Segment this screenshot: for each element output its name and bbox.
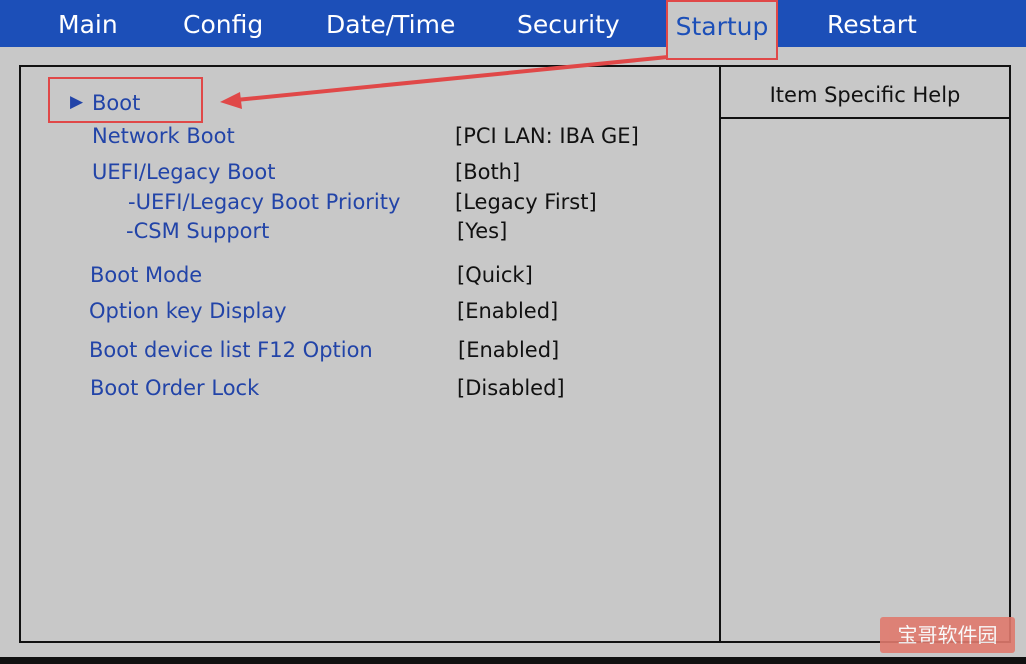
option-key-display-value[interactable]: [Enabled] [457, 299, 558, 323]
csm-support-value[interactable]: [Yes] [457, 219, 507, 243]
tab-startup[interactable]: Startup [666, 0, 778, 60]
uefi-legacy-boot-priority-value[interactable]: [Legacy First] [455, 190, 597, 214]
watermark-logo: 宝哥软件园 [880, 617, 1015, 653]
network-boot-value[interactable]: [PCI LAN: IBA GE] [455, 124, 639, 148]
boot-order-lock-label[interactable]: Boot Order Lock [90, 376, 259, 400]
boot-mode-value[interactable]: [Quick] [457, 263, 533, 287]
option-key-display-label[interactable]: Option key Display [89, 299, 287, 323]
boot-highlight-box [48, 77, 203, 123]
bottom-divider [0, 657, 1026, 664]
uefi-legacy-boot-priority-label[interactable]: -UEFI/Legacy Boot Priority [128, 190, 400, 214]
bios-menu-bar: Main Config Date/Time Security Restart [0, 0, 1026, 47]
tab-date-time[interactable]: Date/Time [326, 0, 455, 47]
boot-order-lock-value[interactable]: [Disabled] [457, 376, 565, 400]
tab-config[interactable]: Config [183, 0, 263, 47]
tab-security[interactable]: Security [517, 0, 620, 47]
tab-restart[interactable]: Restart [827, 0, 917, 47]
tab-main[interactable]: Main [58, 0, 118, 47]
boot-device-list-f12-value[interactable]: [Enabled] [458, 338, 559, 362]
uefi-legacy-boot-label[interactable]: UEFI/Legacy Boot [92, 160, 275, 184]
boot-device-list-f12-label[interactable]: Boot device list F12 Option [89, 338, 373, 362]
boot-mode-label[interactable]: Boot Mode [90, 263, 202, 287]
item-specific-help-panel: Item Specific Help [719, 65, 1011, 643]
uefi-legacy-boot-value[interactable]: [Both] [455, 160, 520, 184]
csm-support-label[interactable]: -CSM Support [126, 219, 269, 243]
network-boot-label[interactable]: Network Boot [92, 124, 235, 148]
help-title: Item Specific Help [721, 67, 1009, 119]
